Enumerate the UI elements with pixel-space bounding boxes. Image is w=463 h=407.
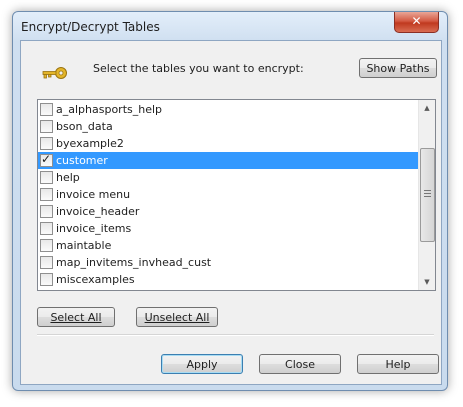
table-list-item[interactable]: invoice_items <box>38 220 418 237</box>
apply-button[interactable]: Apply <box>161 354 243 374</box>
close-button[interactable]: Close <box>259 354 341 374</box>
table-name: bson_data <box>56 120 113 133</box>
window-title: Encrypt/Decrypt Tables <box>21 20 160 34</box>
table-name: customer <box>56 154 108 167</box>
table-checkbox[interactable] <box>40 256 53 269</box>
table-name: help <box>56 171 80 184</box>
table-name: miscexamples <box>56 273 135 286</box>
table-list-item[interactable]: miscexamples <box>38 271 418 288</box>
key-icon <box>42 67 67 79</box>
table-checkbox[interactable] <box>40 188 53 201</box>
table-list-item[interactable]: help <box>38 169 418 186</box>
table-list-item[interactable]: map_invitems_invhead_cust <box>38 254 418 271</box>
table-list-rows: a_alphasports_help bson_data byexample2 cus… <box>38 101 418 288</box>
table-checkbox[interactable] <box>40 239 53 252</box>
table-checkbox[interactable] <box>40 273 53 286</box>
table-name: byexample2 <box>56 137 124 150</box>
show-paths-button[interactable]: Show Paths <box>359 58 437 78</box>
table-name: invoice_items <box>56 222 132 235</box>
table-name: a_alphasports_help <box>56 103 163 116</box>
help-button[interactable]: Help <box>357 354 439 374</box>
instruction-text: Select the tables you want to encrypt: <box>93 62 304 75</box>
unselect-all-label: Unselect All <box>144 310 210 324</box>
table-list-item[interactable]: invoice menu <box>38 186 418 203</box>
scrollbar-thumb[interactable] <box>420 148 435 242</box>
select-all-button[interactable]: Select All <box>37 307 115 327</box>
table-list-item[interactable]: maintable <box>38 237 418 254</box>
table-name: map_invitems_invhead_cust <box>56 256 212 269</box>
scroll-down-arrow-icon[interactable]: ▼ <box>419 274 435 290</box>
scroll-up-arrow-icon[interactable]: ▲ <box>419 100 435 116</box>
table-checkbox[interactable] <box>40 205 53 218</box>
unselect-all-button[interactable]: Unselect All <box>136 307 218 327</box>
separator <box>37 334 434 336</box>
encrypt-decrypt-dialog: Encrypt/Decrypt Tables ✕ Select the tabl… <box>12 11 448 391</box>
table-name: maintable <box>56 239 112 252</box>
window-close-button[interactable]: ✕ <box>394 12 439 33</box>
table-checkbox[interactable] <box>40 137 53 150</box>
table-list-item[interactable]: customer <box>38 152 418 169</box>
table-checklist[interactable]: a_alphasports_help bson_data byexample2 cus… <box>37 99 436 291</box>
table-list-item[interactable]: bson_data <box>38 118 418 135</box>
table-list-item[interactable]: invoice_header <box>38 203 418 220</box>
table-list-item[interactable]: byexample2 <box>38 135 418 152</box>
dialog-body: Select the tables you want to encrypt: S… <box>20 40 442 385</box>
table-checkbox[interactable] <box>40 103 53 116</box>
table-checkbox[interactable] <box>40 152 53 167</box>
table-checkbox[interactable] <box>40 171 53 184</box>
table-checkbox[interactable] <box>40 120 53 133</box>
select-all-label: Select All <box>50 310 102 324</box>
table-name: invoice_header <box>56 205 140 218</box>
table-name: invoice menu <box>56 188 131 201</box>
vertical-scrollbar[interactable]: ▲ ▼ <box>418 100 435 290</box>
table-list-item[interactable]: a_alphasports_help <box>38 101 418 118</box>
table-checkbox[interactable] <box>40 222 53 235</box>
